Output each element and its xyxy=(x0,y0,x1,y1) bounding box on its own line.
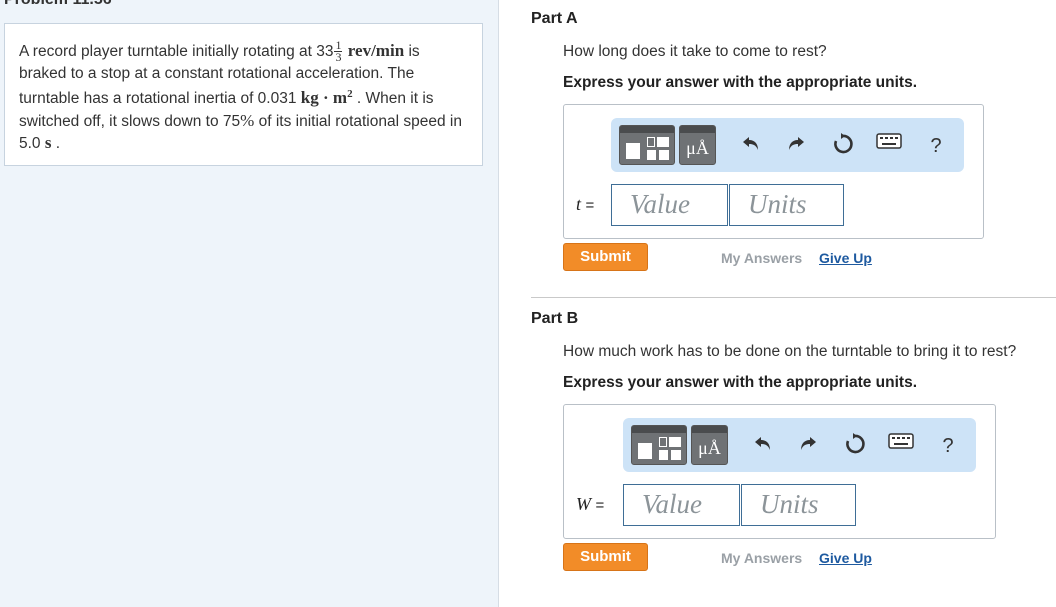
reset-icon[interactable] xyxy=(842,433,868,459)
undo-icon[interactable] xyxy=(738,133,764,159)
part-a-title: Part A xyxy=(531,10,578,27)
reset-icon[interactable] xyxy=(830,133,856,159)
undo-icon[interactable] xyxy=(750,433,776,459)
section-divider xyxy=(531,297,1056,298)
problem-statement: A record player turntable initially rota… xyxy=(4,23,483,166)
part-a-value-input[interactable]: Value xyxy=(611,184,728,226)
part-a-toolbar: μÅ ? xyxy=(611,118,964,172)
units-button[interactable]: μÅ xyxy=(691,425,728,465)
part-b-value-input[interactable]: Value xyxy=(623,484,740,526)
redo-icon[interactable] xyxy=(795,433,821,459)
part-b-submit-button[interactable]: Submit xyxy=(563,543,648,571)
part-a-question: How long does it take to come to rest? xyxy=(563,43,827,60)
part-b-answer-box: μÅ ? W = Value Units xyxy=(563,404,996,539)
problem-title: Problem 11.56 xyxy=(4,0,112,9)
part-b-instruction: Express your answer with the appropriate… xyxy=(563,374,918,391)
units-button[interactable]: μÅ xyxy=(679,125,716,165)
fraction: 13 xyxy=(334,38,343,65)
templates-button[interactable] xyxy=(631,425,687,465)
rpm-unit: rev/min xyxy=(347,41,405,60)
part-a-my-answers[interactable]: My Answers xyxy=(721,250,802,266)
part-a-submit-button[interactable]: Submit xyxy=(563,243,648,271)
inertia-unit: kg · m xyxy=(300,88,348,108)
part-b-my-answers[interactable]: My Answers xyxy=(721,550,802,566)
part-b-question: How much work has to be done on the turn… xyxy=(563,343,1017,360)
problem-pane: Problem 11.56 A record player turntable … xyxy=(0,0,499,607)
part-b-toolbar: μÅ ? xyxy=(623,418,976,472)
units-glyph: μÅ xyxy=(698,438,721,458)
part-b-give-up-link[interactable]: Give Up xyxy=(819,550,872,566)
part-a-units-input[interactable]: Units xyxy=(729,184,844,226)
part-a-answer-box: μÅ ? t = Value Units xyxy=(563,104,984,239)
part-b-units-input[interactable]: Units xyxy=(741,484,856,526)
part-a-instruction: Express your answer with the appropriate… xyxy=(563,74,918,91)
help-icon[interactable]: ? xyxy=(935,433,961,459)
problem-text: A record player turntable initially rota… xyxy=(19,43,334,60)
units-glyph: μÅ xyxy=(686,138,709,158)
redo-icon[interactable] xyxy=(783,133,809,159)
part-a-give-up-link[interactable]: Give Up xyxy=(819,250,872,266)
templates-button[interactable] xyxy=(619,125,675,165)
percent-sign: % xyxy=(240,110,255,130)
part-b-variable: W = xyxy=(576,494,605,514)
keyboard-icon[interactable] xyxy=(875,133,903,159)
part-a-variable: t = xyxy=(576,194,595,214)
keyboard-icon[interactable] xyxy=(887,433,915,459)
help-icon[interactable]: ? xyxy=(923,133,949,159)
problem-text: . xyxy=(51,134,61,152)
part-b-title: Part B xyxy=(531,310,579,327)
